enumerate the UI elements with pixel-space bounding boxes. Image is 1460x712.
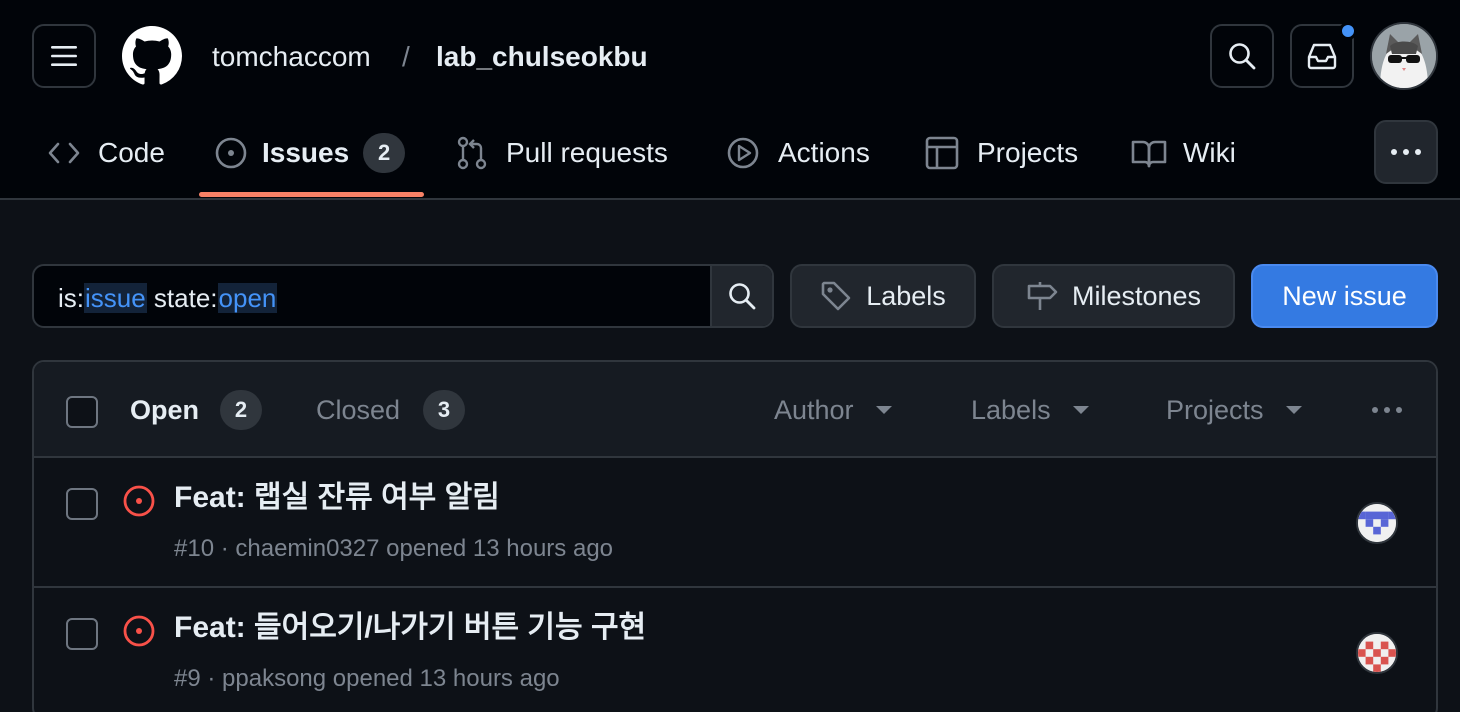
chevron-down-icon bbox=[1285, 406, 1302, 414]
tab-pull-requests-label: Pull requests bbox=[506, 137, 668, 168]
identicon-icon bbox=[1358, 504, 1396, 542]
tab-wiki-label: Wiki bbox=[1183, 137, 1236, 168]
issue-meta: #9 · ppaksong opened 13 hours ago bbox=[174, 665, 560, 692]
tab-projects[interactable]: Projects bbox=[925, 120, 1078, 186]
chevron-down-icon bbox=[875, 406, 892, 414]
nav-more-button[interactable] bbox=[1374, 120, 1438, 184]
tab-actions[interactable]: Actions bbox=[726, 120, 870, 186]
tab-issues[interactable]: Issues 2 bbox=[214, 120, 406, 186]
tab-wiki[interactable]: Wiki bbox=[1131, 120, 1236, 186]
inbox-icon bbox=[1307, 43, 1337, 70]
labels-filter-dropdown[interactable]: Labels bbox=[971, 394, 1089, 426]
issue-row[interactable]: Feat: 들어오기/나가기 버튼 기능 구현 #9 · ppaksong op… bbox=[34, 588, 1436, 712]
unread-indicator bbox=[1339, 22, 1357, 40]
open-count-badge: 2 bbox=[220, 390, 262, 430]
breadcrumb-separator: / bbox=[402, 41, 410, 72]
code-icon bbox=[48, 142, 80, 164]
issue-opened-icon bbox=[123, 615, 155, 647]
tab-code-label: Code bbox=[98, 137, 165, 168]
search-icon bbox=[729, 283, 756, 310]
select-all-checkbox[interactable] bbox=[66, 396, 98, 428]
identicon-icon bbox=[1358, 634, 1396, 672]
search-icon bbox=[1229, 43, 1256, 70]
filter-value-open: open bbox=[217, 283, 278, 313]
projects-filter-label: Projects bbox=[1166, 395, 1264, 425]
filter-query[interactable]: is:issue state:open bbox=[58, 282, 278, 314]
github-logo-icon[interactable] bbox=[122, 26, 182, 86]
issue-opened-icon bbox=[215, 137, 247, 169]
new-issue-button-label: New issue bbox=[1282, 280, 1407, 311]
book-icon bbox=[1131, 140, 1167, 168]
global-search-button[interactable] bbox=[1210, 24, 1274, 88]
projects-filter-dropdown[interactable]: Projects bbox=[1166, 394, 1302, 426]
new-issue-button[interactable]: New issue bbox=[1251, 264, 1438, 328]
assignee-avatar[interactable] bbox=[1356, 632, 1398, 674]
author-filter-label: Author bbox=[774, 395, 854, 425]
issue-row[interactable]: Feat: 랩실 잔류 여부 알림 #10 · chaemin0327 open… bbox=[34, 458, 1436, 588]
active-tab-indicator bbox=[199, 192, 424, 197]
kebab-horizontal-icon bbox=[1391, 149, 1421, 155]
tab-actions-label: Actions bbox=[778, 137, 870, 168]
user-avatar[interactable] bbox=[1370, 22, 1438, 90]
top-bar: tomchaccom / lab_chulseokbu Code Issues … bbox=[0, 0, 1460, 200]
table-icon bbox=[925, 136, 959, 170]
open-filter-tab[interactable]: Open bbox=[130, 394, 199, 426]
labels-filter-label: Labels bbox=[971, 395, 1051, 425]
tab-projects-label: Projects bbox=[977, 137, 1079, 168]
play-icon bbox=[727, 137, 759, 169]
labels-button-label: Labels bbox=[866, 280, 946, 311]
closed-filter-tab[interactable]: Closed bbox=[316, 394, 400, 426]
chevron-down-icon bbox=[1072, 406, 1089, 414]
breadcrumb-owner[interactable]: tomchaccom bbox=[212, 40, 371, 74]
milestone-icon bbox=[1027, 282, 1058, 310]
tab-issues-label: Issues bbox=[262, 137, 350, 168]
issue-opened-icon bbox=[123, 485, 155, 517]
issue-title-link[interactable]: Feat: 들어오기/나가기 버튼 기능 구현 bbox=[174, 610, 646, 646]
tab-pull-requests[interactable]: Pull requests bbox=[456, 120, 668, 186]
filter-qualifier-is: is: bbox=[58, 283, 84, 313]
menu-button[interactable] bbox=[32, 24, 96, 88]
issue-list: Open 2 Closed 3 Author Labels Projects F… bbox=[32, 360, 1438, 712]
issue-meta: #10 · chaemin0327 opened 13 hours ago bbox=[174, 535, 614, 562]
issues-count-badge: 2 bbox=[363, 133, 406, 173]
tag-icon bbox=[821, 281, 851, 311]
issue-checkbox[interactable] bbox=[66, 488, 98, 520]
labels-button[interactable]: Labels bbox=[790, 264, 976, 328]
list-more-button[interactable] bbox=[1370, 390, 1404, 421]
issue-title-link[interactable]: Feat: 랩실 잔류 여부 알림 bbox=[174, 480, 500, 516]
filter-search-button[interactable] bbox=[710, 266, 772, 326]
issue-checkbox[interactable] bbox=[66, 618, 98, 650]
author-filter-dropdown[interactable]: Author bbox=[774, 394, 892, 426]
breadcrumb-repo[interactable]: lab_chulseokbu bbox=[436, 40, 648, 74]
filter-qualifier-state: state: bbox=[146, 283, 218, 313]
milestones-button-label: Milestones bbox=[1071, 280, 1202, 311]
filter-value-issue: issue bbox=[84, 283, 147, 313]
tab-code[interactable]: Code bbox=[48, 120, 165, 186]
assignee-avatar[interactable] bbox=[1356, 502, 1398, 544]
issue-list-header: Open 2 Closed 3 Author Labels Projects bbox=[34, 362, 1436, 458]
closed-count-badge: 3 bbox=[423, 390, 465, 430]
milestones-button[interactable]: Milestones bbox=[992, 264, 1235, 328]
cat-avatar-icon bbox=[1372, 24, 1436, 88]
kebab-horizontal-icon bbox=[1372, 407, 1402, 413]
pull-request-icon bbox=[457, 136, 487, 170]
issue-filter-input[interactable]: is:issue state:open bbox=[32, 264, 774, 328]
hamburger-icon bbox=[51, 46, 77, 66]
